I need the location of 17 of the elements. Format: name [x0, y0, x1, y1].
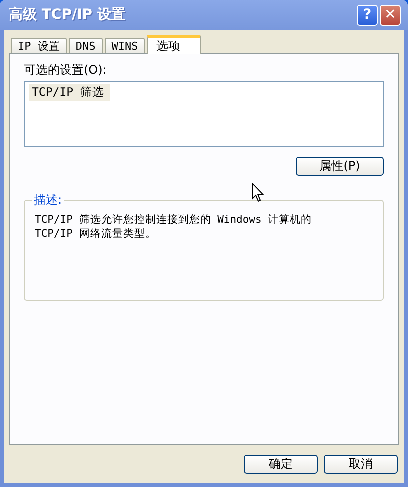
group-title: 描述: [32, 192, 64, 209]
options-list[interactable]: TCP/IP 筛选 [24, 81, 384, 147]
properties-button[interactable]: 属性(P) [296, 157, 384, 176]
ok-button[interactable]: 确定 [244, 455, 318, 474]
window-title: 高级 TCP/IP 设置 [9, 6, 126, 24]
help-button[interactable]: ? [357, 4, 378, 26]
cursor-icon [252, 183, 264, 203]
tab[interactable]: DNS [68, 38, 103, 53]
description-text: TCP/IP 筛选允许您控制连接到您的 Windows 计算机的 [35, 213, 314, 227]
description-text: TCP/IP 网络流量类型。 [35, 227, 158, 241]
close-button[interactable]: ✕ [380, 4, 401, 26]
tab[interactable]: IP 设置 [11, 38, 67, 53]
list-item[interactable]: TCP/IP 筛选 [29, 84, 110, 101]
tab[interactable]: 选项 [147, 35, 202, 54]
tab[interactable]: WINS [104, 38, 146, 53]
cancel-button[interactable]: 取消 [324, 455, 398, 474]
options-label: 可选的设置(O): [24, 62, 108, 79]
